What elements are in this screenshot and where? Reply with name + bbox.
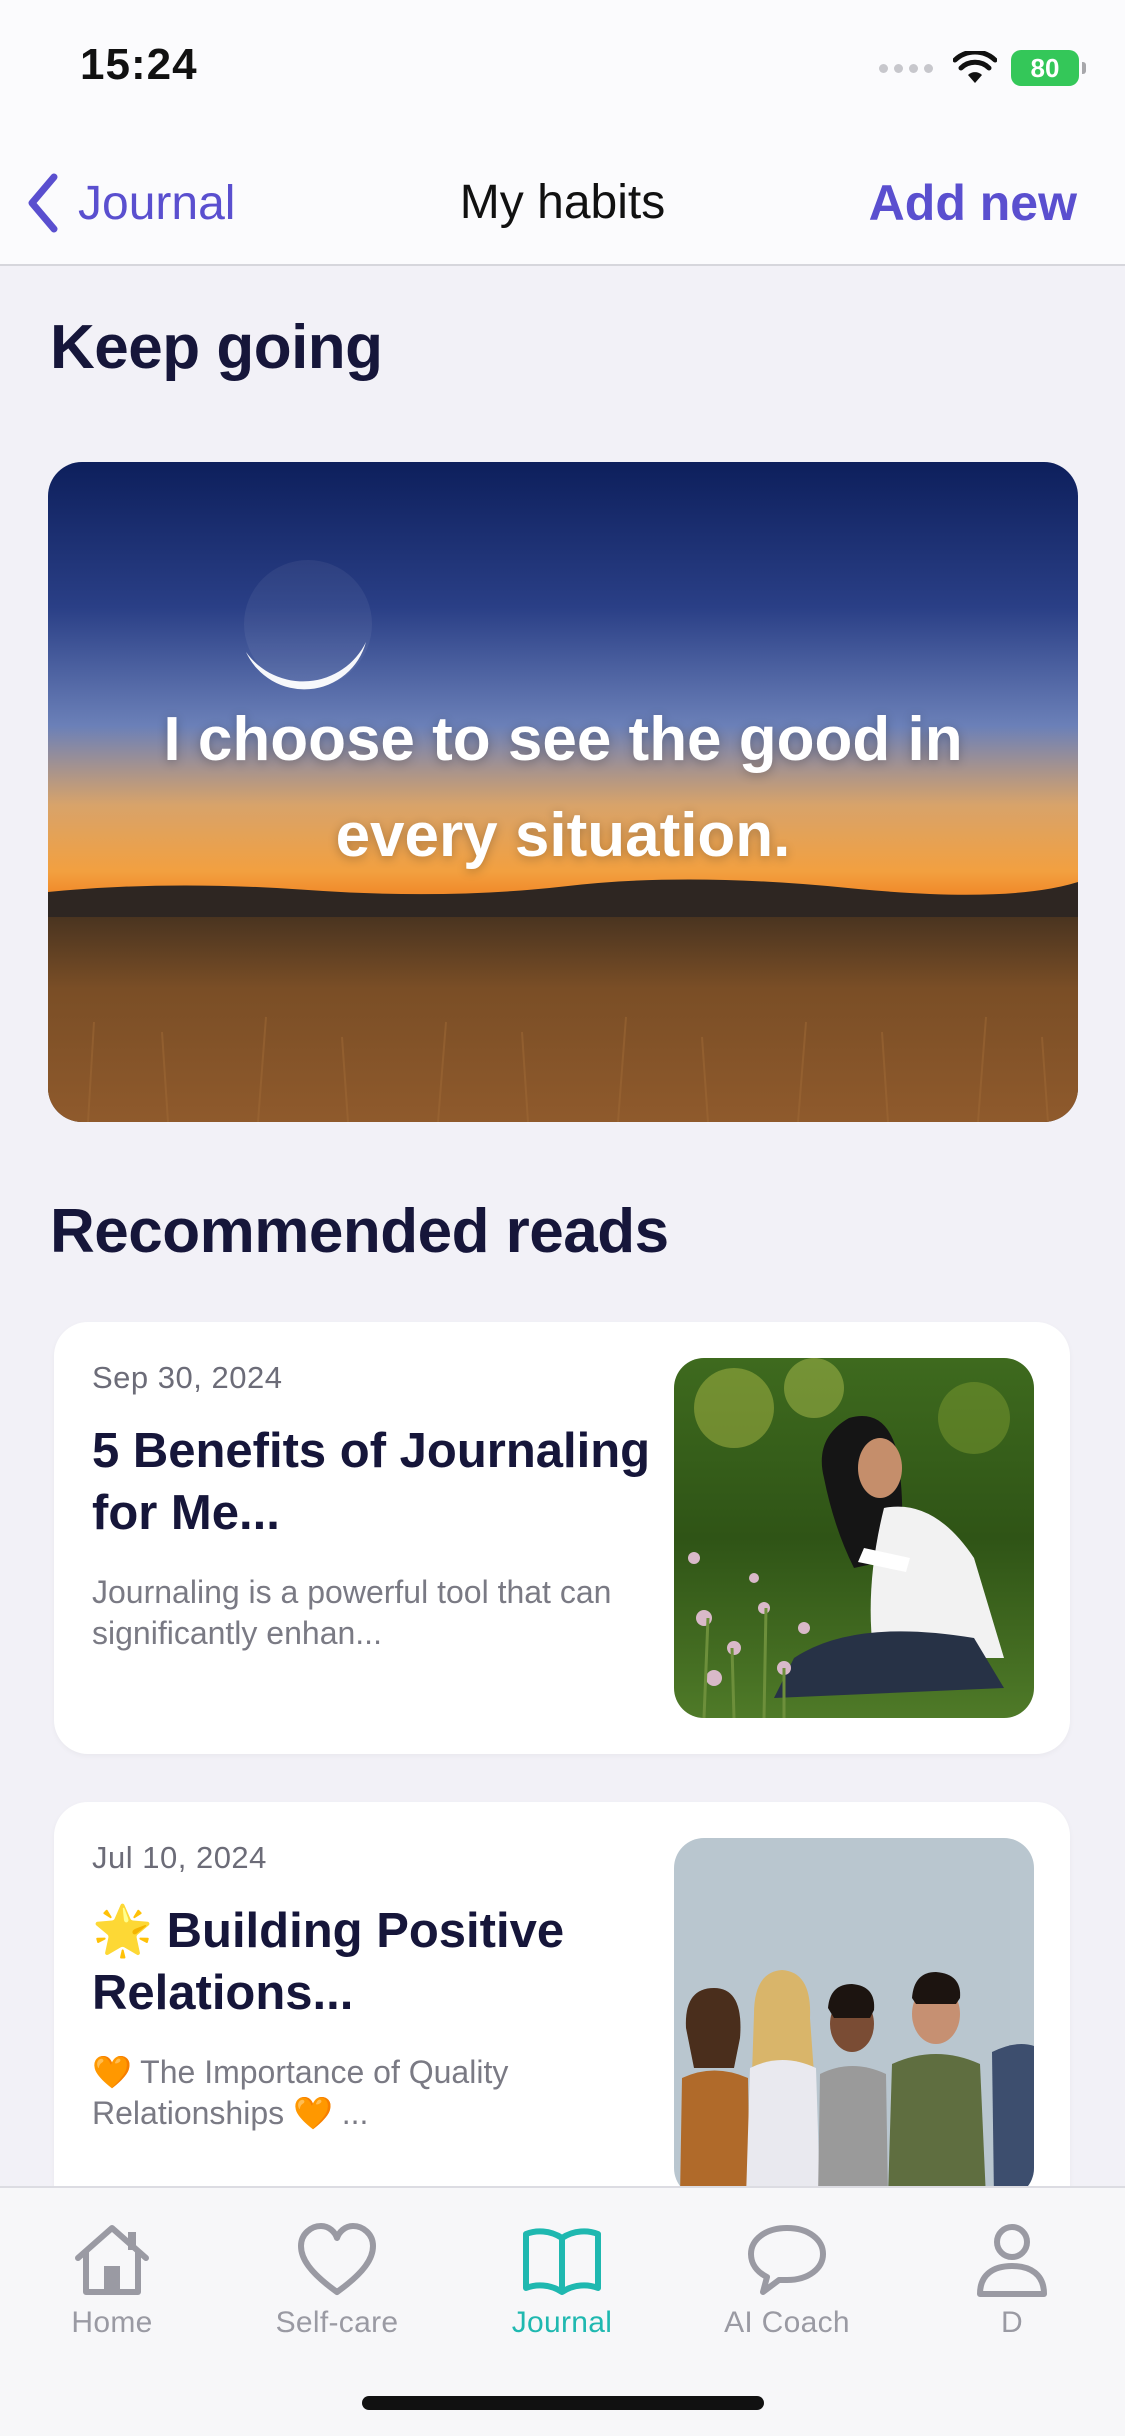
home-indicator[interactable] — [362, 2396, 764, 2410]
article-title: 🌟 Building Positive Relations... — [92, 1904, 565, 2020]
wifi-icon — [953, 51, 997, 83]
battery-icon: 80 — [1011, 50, 1086, 86]
tab-home[interactable]: Home — [22, 2222, 202, 2340]
tab-profile[interactable]: D — [922, 2222, 1102, 2340]
article-card[interactable]: Jul 10, 2024 🌟 Building Positive Relatio… — [54, 1802, 1070, 2234]
article-title: 5 Benefits of Journaling for Me... — [92, 1424, 651, 1540]
add-new-button[interactable]: Add new — [869, 168, 1077, 238]
tab-label: Journal — [511, 2306, 613, 2339]
affirmation-quote: I choose to see the good in every situat… — [163, 705, 963, 870]
affirmation-card[interactable]: I choose to see the good in every situat… — [48, 462, 1078, 1122]
navigation-bar: Journal My habits Add new — [0, 140, 1125, 266]
group-of-friends-photo — [674, 1838, 1034, 2198]
article-thumbnail — [674, 1838, 1034, 2198]
tab-journal[interactable]: Journal — [472, 2222, 652, 2340]
cellular-signal-icon — [879, 63, 933, 73]
book-icon — [523, 2228, 601, 2295]
status-bar: 15:24 80 — [0, 0, 1125, 140]
article-excerpt: 🧡 The Importance of Quality Relationship… — [92, 2054, 509, 2131]
chat-bubble-icon — [748, 2225, 826, 2295]
article-date: Sep 30, 2024 — [92, 1360, 283, 1395]
status-icons: 80 — [879, 44, 1086, 92]
tab-label: AI Coach — [724, 2306, 850, 2339]
article-date: Jul 10, 2024 — [92, 1840, 267, 1875]
article-thumbnail — [674, 1358, 1034, 1718]
home-icon — [75, 2225, 149, 2295]
recommended-reads-heading: Recommended reads — [50, 1197, 669, 1266]
woman-in-meadow-photo — [674, 1358, 1034, 1718]
keep-going-heading: Keep going — [50, 313, 383, 382]
tab-label: D — [1001, 2306, 1023, 2339]
tab-label: Home — [71, 2306, 153, 2339]
status-time: 15:24 — [80, 40, 198, 89]
battery-level: 80 — [1030, 52, 1060, 83]
tab-self-care[interactable]: Self-care — [247, 2222, 427, 2340]
tab-ai-coach[interactable]: AI Coach — [697, 2222, 877, 2340]
article-excerpt: Journaling is a powerful tool that can s… — [92, 1574, 612, 1651]
person-icon — [977, 2224, 1047, 2297]
heart-icon — [298, 2223, 376, 2295]
article-card[interactable]: Sep 30, 2024 5 Benefits of Journaling fo… — [54, 1322, 1070, 1754]
tab-label: Self-care — [275, 2306, 399, 2339]
